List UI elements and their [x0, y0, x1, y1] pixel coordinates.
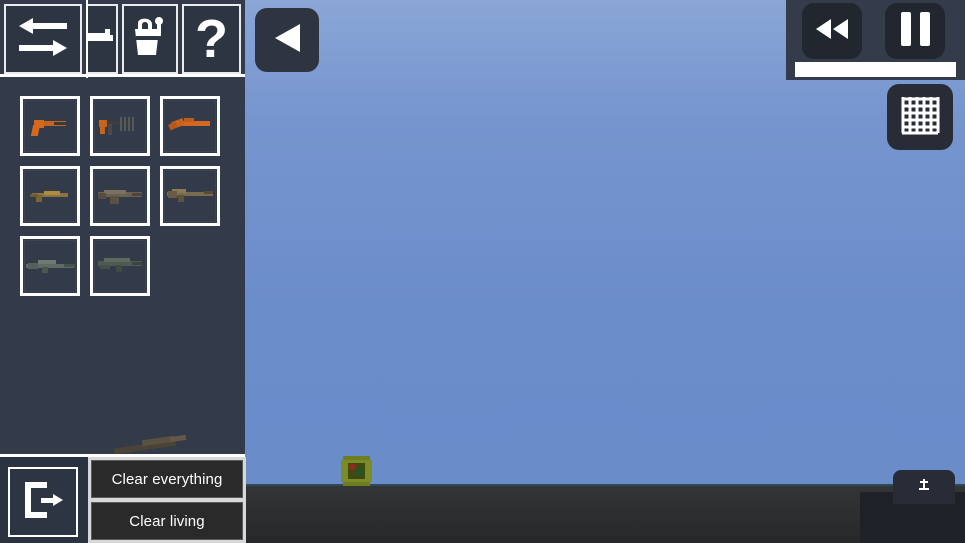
toolbar-separator — [86, 0, 88, 78]
back-button[interactable] — [255, 8, 319, 72]
crate-entity[interactable] — [341, 456, 372, 486]
ground-shading — [245, 486, 965, 543]
help-tool-button[interactable]: ? — [182, 4, 241, 74]
machine-gun-sprite — [94, 251, 146, 281]
assault-rifle-sprite — [94, 181, 146, 211]
weapon-slot-1[interactable] — [20, 96, 80, 156]
submachine-gun-sprite — [94, 111, 146, 141]
clear-everything-button[interactable]: Clear everything — [91, 460, 243, 498]
rewind-button[interactable] — [802, 3, 862, 59]
question-mark-icon: ? — [195, 9, 228, 69]
sniper-rifle-sprite — [24, 251, 76, 281]
grid-icon — [900, 95, 940, 140]
fill-tool-button[interactable] — [122, 4, 178, 74]
crate-red-marker — [349, 464, 355, 470]
swap-tool-button[interactable] — [4, 4, 82, 74]
clear-living-button[interactable]: Clear living — [91, 502, 243, 540]
swap-arrows-icon — [17, 16, 69, 63]
grid-toggle-button[interactable] — [887, 84, 953, 150]
battle-rifle-sprite — [164, 181, 216, 211]
weapon-slot-5[interactable] — [90, 166, 150, 226]
spawn-menu-button[interactable] — [893, 470, 955, 504]
weapon-slot-8[interactable] — [90, 236, 150, 296]
sawed-off-shotgun-sprite — [164, 111, 216, 141]
toolbar-underline — [0, 74, 245, 77]
sidebar-toolbar: ? — [0, 0, 245, 78]
rewind-double-left-icon — [813, 18, 851, 45]
arrow-right-icon — [88, 24, 114, 55]
move-tool-button[interactable] — [86, 4, 118, 74]
pistol-sprite — [24, 111, 76, 141]
paint-bucket-icon — [129, 15, 171, 64]
playback-panel — [786, 0, 965, 80]
play-left-triangle-icon — [272, 22, 302, 59]
crate-green-marker — [356, 468, 363, 476]
carbine-sprite — [24, 181, 76, 211]
weapon-slot-4[interactable] — [20, 166, 80, 226]
game-screen: ? Clear everything Clear living — [0, 0, 965, 543]
weapon-slot-7[interactable] — [20, 236, 80, 296]
weapon-slot-2[interactable] — [90, 96, 150, 156]
pause-button[interactable] — [885, 3, 945, 59]
anchor-icon — [918, 478, 930, 497]
weapon-slot-6[interactable] — [160, 166, 220, 226]
weapon-slot-3[interactable] — [160, 96, 220, 156]
playback-progress-bar[interactable] — [795, 62, 956, 77]
exit-button[interactable] — [8, 467, 78, 537]
clear-actions-panel: Clear everything Clear living — [88, 457, 246, 543]
pause-icon — [900, 11, 930, 51]
exit-door-icon — [21, 478, 65, 527]
